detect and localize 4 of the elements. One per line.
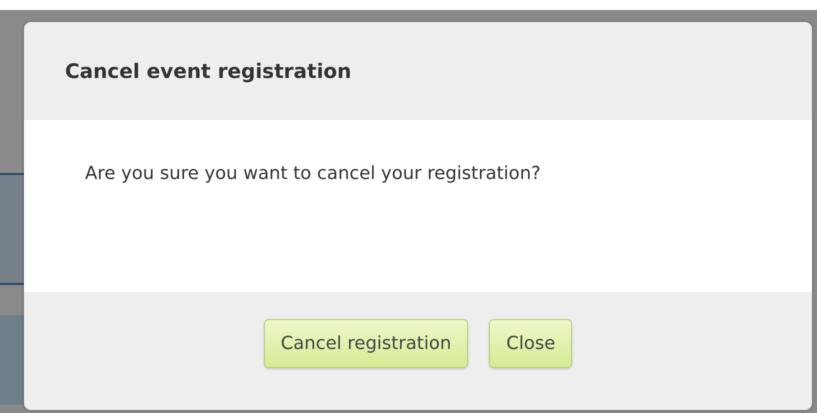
cancel-registration-button[interactable]: Cancel registration bbox=[264, 318, 468, 368]
close-button[interactable]: Close bbox=[489, 318, 572, 368]
dialog-message: Are you sure you want to cancel your registration? bbox=[85, 163, 542, 184]
dialog-title: Cancel event registration bbox=[65, 59, 352, 83]
